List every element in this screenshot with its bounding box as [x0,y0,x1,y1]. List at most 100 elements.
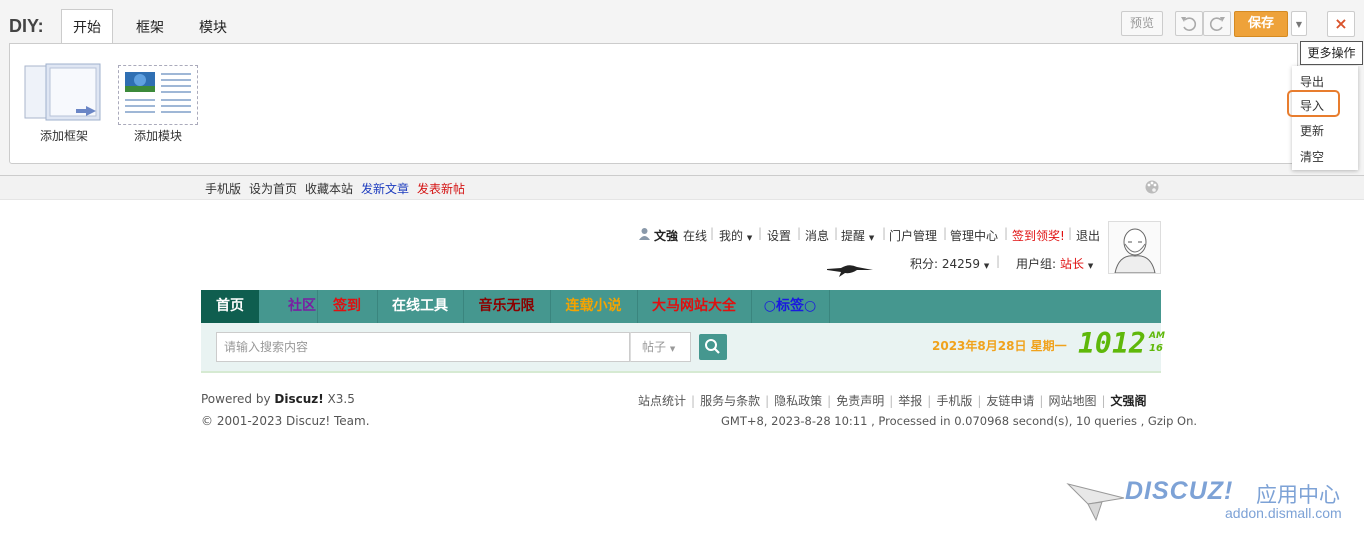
palette-icon[interactable] [1144,179,1160,195]
save-button[interactable]: 保存 [1234,11,1288,37]
user-link-my[interactable]: 我的 ▼ [719,227,752,244]
diy-panel: DIY: 开始 框架 模块 添加框架 添加模块 预览 保存 ▼ × [0,0,1364,176]
clock-minute: 12 [1112,327,1146,360]
topbar-link-new-article[interactable]: 发新文章 [361,180,409,197]
watermark-brand: DISCUZ! [1125,477,1234,505]
frame-icon [24,63,101,121]
menu-item-update[interactable]: 更新 [1300,122,1324,139]
topbar-link-mobile[interactable]: 手机版 [205,180,241,197]
nav-item-tags[interactable]: ○标签○ [751,290,829,323]
diy-title: DIY: [9,16,44,36]
nav-item-tools[interactable]: 在线工具 [377,290,463,323]
redo-icon [1209,17,1225,31]
search-type-select[interactable]: 帖子 ▼ [630,332,691,362]
footer-stats: GMT+8, 2023-8-28 10:11 , Processed in 0.… [721,414,1198,428]
separator: | [758,226,763,240]
user-link-admin-center[interactable]: 管理中心 [950,227,998,244]
add-frame-tool[interactable] [22,62,102,124]
online-status: 在线 [683,229,708,243]
caret-down-icon: ▼ [868,234,875,242]
caret-down-icon: ▼ [1087,262,1094,270]
separator: | [1068,226,1073,240]
user-link-logout[interactable]: 退出 [1076,227,1100,244]
main-nav: 首页 社区 签到 在线工具 音乐无限 连载小说 大马网站大全 ○标签○ [201,290,1161,323]
footer-link-friend-links[interactable]: 友链申请 [986,394,1034,408]
nav-item-site-directory[interactable]: 大马网站大全 [637,290,751,323]
search-bar: 请输入搜索内容 帖子 ▼ 2023年8月28日 星期一 10 12 AM 16 [201,323,1165,373]
footer-link-sitemap[interactable]: 网站地图 [1048,394,1096,408]
clock-hour: 10 [1078,327,1112,360]
footer-link-mobile[interactable]: 手机版 [936,394,972,408]
separator: | [943,226,948,240]
add-frame-label[interactable]: 添加框架 [40,127,88,144]
topbar-link-bookmark[interactable]: 收藏本站 [305,180,353,197]
caret-down-icon: ▼ [983,262,990,270]
username[interactable]: 文強 [654,227,678,244]
powered-by: Powered by Discuz! X3.5 [201,392,355,406]
tab-frame[interactable]: 框架 [136,17,164,37]
nav-item-checkin[interactable]: 签到 [317,290,377,323]
redo-button[interactable] [1203,11,1231,36]
user-group-value[interactable]: 站长 ▼ [1060,255,1093,272]
footer-link-site-name[interactable]: 文强阁 [1111,394,1147,408]
user-link-reminders[interactable]: 提醒 ▼ [841,227,874,244]
undo-icon [1181,17,1197,31]
undo-button[interactable] [1175,11,1203,36]
user-icon [639,228,650,240]
more-menu: 导出 导入 更新 清空 [1292,66,1358,170]
topbar-link-new-post[interactable]: 发表新帖 [417,180,465,197]
nav-item-music[interactable]: 音乐无限 [463,290,550,323]
separator: | [996,254,1001,268]
separator: | [1004,226,1009,240]
caret-down-icon: ▼ [669,345,676,353]
watermark-domain: addon.dismall.com [1225,505,1342,521]
footer-link-terms[interactable]: 服务与条款 [700,394,760,408]
menu-item-clear[interactable]: 清空 [1300,148,1324,165]
more-tooltip: 更多操作 [1300,41,1363,65]
import-highlight [1287,90,1340,117]
clock-ampm: AM [1149,331,1165,341]
footer-link-disclaimer[interactable]: 免责声明 [836,394,884,408]
avatar[interactable] [1108,221,1161,274]
diy-content [9,43,1298,164]
nav-separator [829,290,830,323]
user-group-label: 用户组: [1016,257,1057,271]
caret-down-icon: ▼ [746,234,753,242]
avatar-image [1114,228,1156,274]
search-input[interactable]: 请输入搜索内容 [216,332,630,362]
menu-item-export[interactable]: 导出 [1300,73,1324,90]
chevron-down-icon: ▼ [1295,20,1303,29]
module-icon [125,72,191,113]
search-icon [705,339,720,354]
separator: | [834,226,839,240]
footer-link-privacy[interactable]: 隐私政策 [774,394,822,408]
clock-second: 16 [1149,343,1163,354]
user-link-checkin[interactable]: 签到领奖! [1012,227,1065,244]
plane-logo-icon [1066,483,1125,522]
separator: | [797,226,802,240]
tab-start-label[interactable]: 开始 [73,17,101,37]
more-dropdown-button[interactable]: ▼ [1291,11,1307,36]
footer-link-report[interactable]: 举报 [898,394,922,408]
copyright: © 2001-2023 Discuz! Team. [201,414,370,428]
footer-link-stats[interactable]: 站点统计 [638,394,686,408]
crane-logo-icon [827,265,873,277]
topbar-link-homepage[interactable]: 设为首页 [249,180,297,197]
user-points[interactable]: 积分: 24259 ▼ [910,255,989,272]
top-bar: 手机版 设为首页 收藏本站 发新文章 发表新帖 [0,176,1364,200]
separator: | [710,226,715,240]
add-module-label[interactable]: 添加模块 [134,127,182,144]
close-button[interactable]: × [1327,11,1355,37]
tab-module[interactable]: 模块 [199,17,227,37]
current-date: 2023年8月28日 星期一 [932,339,1067,353]
user-link-settings[interactable]: 设置 [767,227,791,244]
user-link-portal-admin[interactable]: 门户管理 [889,227,937,244]
nav-item-home[interactable]: 首页 [201,290,259,323]
preview-button[interactable]: 预览 [1121,11,1163,36]
footer-links: 站点统计 | 服务与条款 | 隐私政策 | 免责声明 | 举报 | 手机版 | 友链申请 | 网站地图 | 文强… [638,394,1147,408]
separator: | [882,226,887,240]
add-module-tool[interactable] [118,65,198,125]
user-link-messages[interactable]: 消息 [805,227,829,244]
search-button[interactable] [699,334,727,360]
nav-item-novels[interactable]: 连载小说 [550,290,637,323]
